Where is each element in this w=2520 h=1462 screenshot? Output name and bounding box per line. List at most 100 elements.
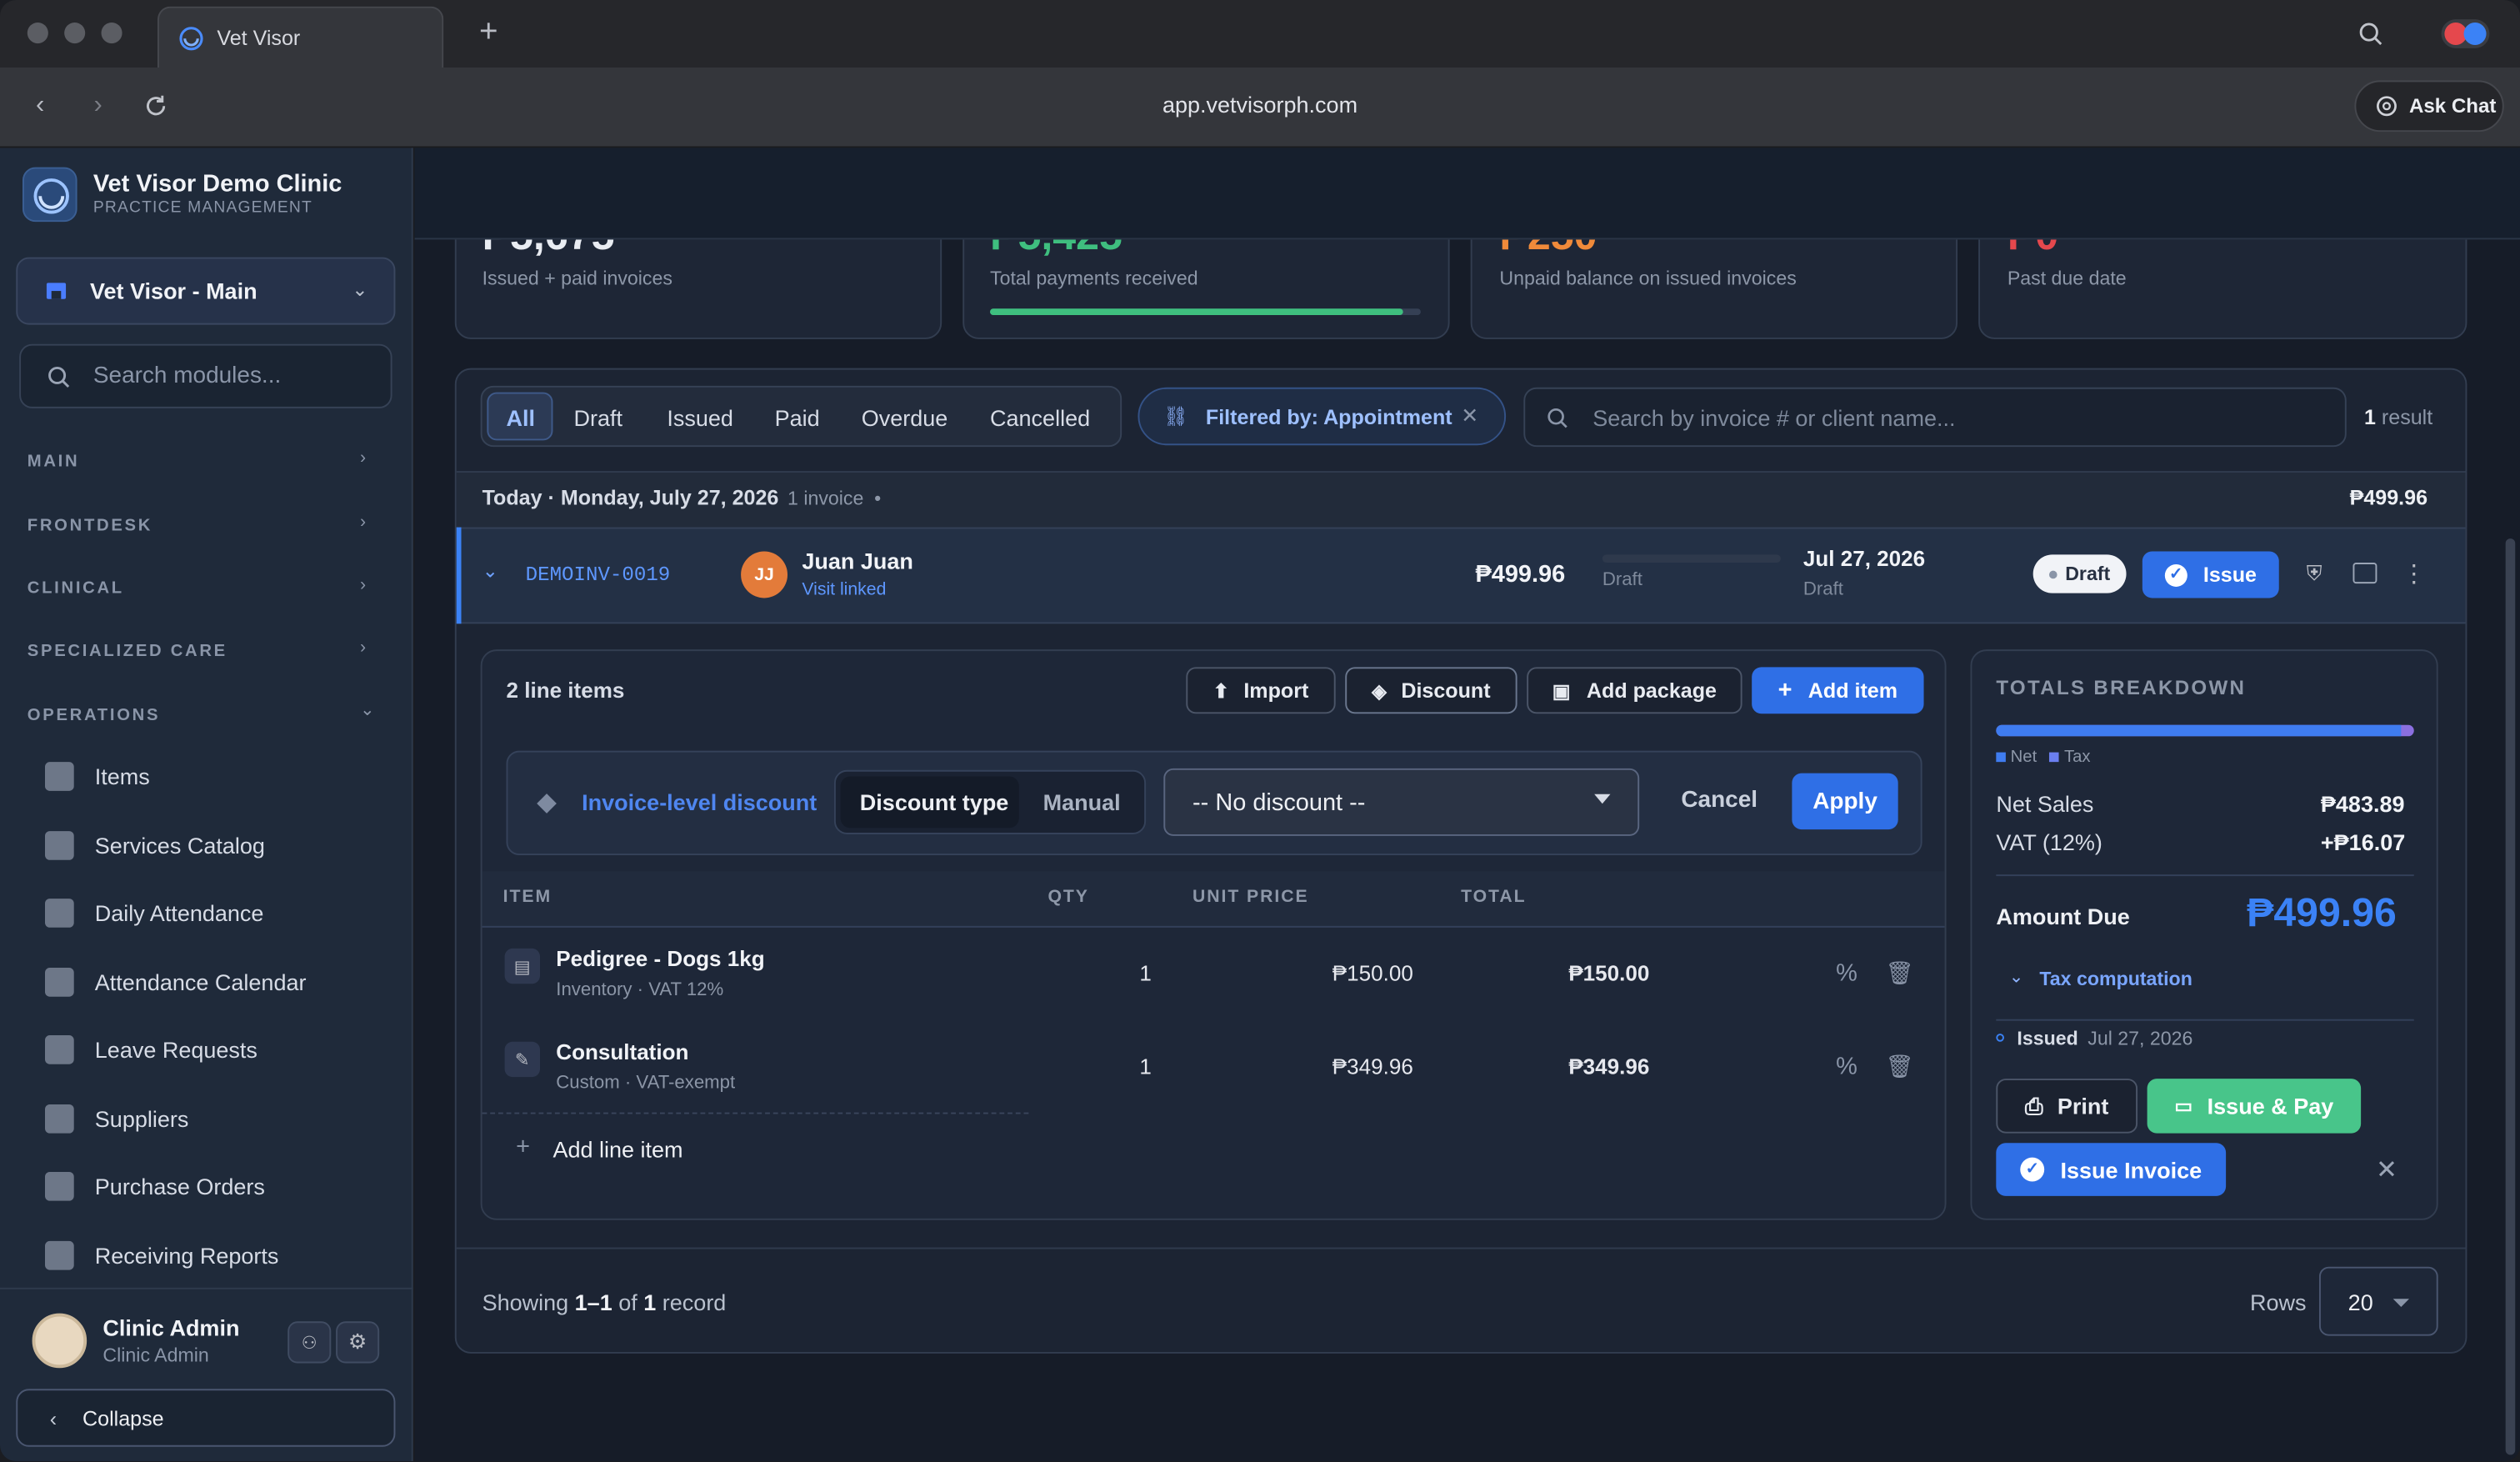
discount-type-tab[interactable]: Discount type bbox=[860, 789, 1009, 815]
close-icon[interactable]: ✕ bbox=[2372, 1156, 2402, 1185]
sidebar-item-receiving-reports[interactable]: Receiving Reports bbox=[45, 1236, 278, 1274]
percent-icon[interactable]: % bbox=[1832, 958, 1862, 987]
tab-paid[interactable]: Paid bbox=[775, 405, 820, 431]
module-search-input[interactable]: Search modules... bbox=[19, 343, 392, 408]
add-item-label: Add item bbox=[1808, 678, 1898, 703]
tab-draft[interactable]: Draft bbox=[574, 405, 623, 431]
visit-linked-link[interactable]: Visit linked bbox=[802, 580, 886, 599]
switch-user-icon[interactable]: ⚇ bbox=[288, 1321, 332, 1364]
issue-button[interactable]: ✓ Issue bbox=[2142, 551, 2279, 598]
print-button[interactable]: ⎙ Print bbox=[1996, 1079, 2138, 1134]
tax-computation-toggle[interactable]: Tax computation bbox=[2039, 968, 2192, 990]
tab-cancelled[interactable]: Cancelled bbox=[990, 405, 1090, 431]
more-vertical-icon[interactable]: ⋮ bbox=[2402, 559, 2426, 588]
issue-and-pay-button[interactable]: ▭ Issue & Pay bbox=[2147, 1079, 2362, 1134]
date-status: Draft bbox=[1802, 580, 1843, 600]
filter-chip[interactable]: ⛓ Filtered by: Appointment ✕ bbox=[1138, 387, 1507, 446]
add-package-button[interactable]: ▣ Add package bbox=[1527, 667, 1742, 714]
item-unit-price[interactable]: ₱150.00 bbox=[1332, 961, 1413, 985]
branch-selector[interactable]: Vet Visor - Main ⌄ bbox=[16, 257, 396, 325]
collapse-button[interactable]: ‹ Collapse bbox=[16, 1389, 396, 1447]
reload-icon[interactable] bbox=[143, 93, 169, 119]
discount-apply-button[interactable]: Apply bbox=[1792, 773, 1898, 830]
sidebar-item-suppliers[interactable]: Suppliers bbox=[45, 1099, 188, 1138]
search-tabs-icon[interactable] bbox=[2358, 21, 2383, 47]
gear-icon[interactable]: ⚙ bbox=[336, 1321, 380, 1364]
tab-overdue[interactable]: Overdue bbox=[862, 405, 948, 431]
section-specialized-care[interactable]: SPECIALIZED CARE bbox=[28, 642, 228, 661]
import-button[interactable]: ⬆ Import bbox=[1186, 667, 1336, 714]
tab-issued[interactable]: Issued bbox=[667, 405, 733, 431]
home-icon[interactable] bbox=[455, 180, 479, 204]
download-icon[interactable] bbox=[1908, 175, 1940, 208]
breadcrumb-invoices[interactable]: Invoices bbox=[670, 180, 750, 204]
section-clinical[interactable]: CLINICAL bbox=[28, 578, 124, 598]
chevron-left-icon: ‹ bbox=[49, 1405, 58, 1430]
discount-button[interactable]: ◈ Discount bbox=[1345, 667, 1518, 714]
search-icon bbox=[48, 365, 70, 388]
browser-tab[interactable]: Vet Visor bbox=[158, 6, 444, 68]
chevron-right-icon: › bbox=[360, 513, 367, 533]
back-icon[interactable]: ‹ bbox=[26, 92, 55, 121]
amount-due-label: Amount Due bbox=[1996, 903, 2130, 929]
shield-icon[interactable]: ⛨ bbox=[2302, 561, 2328, 587]
tab-all[interactable]: All bbox=[507, 405, 536, 431]
trash-icon[interactable]: 🗑 bbox=[1885, 1051, 1913, 1080]
invoice-search-input[interactable]: Search by invoice # or client name... bbox=[1523, 387, 2347, 448]
maximize-window-button[interactable] bbox=[101, 23, 122, 44]
extensions-icon[interactable] bbox=[2441, 19, 2490, 48]
sidebar-item-leave-requests[interactable]: Leave Requests bbox=[45, 1030, 258, 1069]
item-name: Consultation bbox=[556, 1039, 689, 1064]
new-tab-icon[interactable]: + bbox=[472, 13, 505, 48]
item-subtitle: Custom · VAT-exempt bbox=[556, 1074, 736, 1094]
forward-icon[interactable]: › bbox=[83, 92, 112, 121]
fullscreen-icon[interactable] bbox=[2122, 177, 2151, 206]
invoice-search-placeholder: Search by invoice # or client name... bbox=[1592, 404, 1956, 430]
sidebar-item-purchase-orders[interactable]: Purchase Orders bbox=[45, 1167, 265, 1205]
url-field[interactable]: app.vetvisorph.com bbox=[964, 92, 1556, 118]
stat-label: Past due date bbox=[2007, 267, 2127, 290]
client-name[interactable]: Juan Juan bbox=[802, 548, 913, 574]
issue-invoice-button[interactable]: ✓ Issue Invoice bbox=[1996, 1143, 2227, 1196]
plus-icon: + bbox=[516, 1133, 530, 1161]
chevron-down-icon[interactable]: ⌄ bbox=[482, 559, 498, 582]
timer-icon[interactable] bbox=[2213, 175, 2246, 208]
close-icon[interactable]: ✕ bbox=[1461, 403, 1478, 429]
moon-icon[interactable] bbox=[2051, 177, 2080, 206]
sidebar-item-items[interactable]: Items bbox=[45, 757, 150, 795]
custom-item-icon: ✎ bbox=[504, 1041, 541, 1078]
minimize-window-button[interactable] bbox=[64, 23, 86, 44]
item-qty[interactable]: 1 bbox=[1139, 961, 1151, 985]
client-avatar: JJ bbox=[741, 551, 788, 598]
rows-per-page-select[interactable]: 20 bbox=[2318, 1266, 2438, 1336]
chevron-right-icon: › bbox=[493, 178, 500, 202]
ask-chat-button[interactable]: Ask Chat bbox=[2354, 80, 2504, 133]
invoice-number[interactable]: DEMOINV-0019 bbox=[526, 564, 671, 587]
item-unit-price[interactable]: ₱349.96 bbox=[1332, 1054, 1413, 1079]
divider bbox=[482, 1112, 1029, 1114]
search-icon bbox=[1638, 183, 1659, 204]
trash-icon[interactable]: 🗑 bbox=[1885, 958, 1913, 987]
scrollbar[interactable] bbox=[2505, 538, 2516, 1455]
breadcrumb-operations[interactable]: Operations bbox=[522, 180, 628, 204]
discount-select[interactable]: -- No discount -- bbox=[1163, 768, 1640, 836]
section-main[interactable]: MAIN bbox=[28, 452, 80, 471]
section-frontdesk[interactable]: FRONTDESK bbox=[28, 516, 152, 535]
percent-icon[interactable]: % bbox=[1832, 1051, 1862, 1080]
add-line-item-button[interactable]: Add line item bbox=[552, 1137, 682, 1163]
sidebar-item-daily-attendance[interactable]: Daily Attendance bbox=[45, 894, 263, 932]
discount-cancel-button[interactable]: Cancel bbox=[1681, 788, 1758, 814]
avatar[interactable] bbox=[32, 1313, 88, 1369]
add-item-button[interactable]: + Add item bbox=[1752, 667, 1924, 714]
section-operations[interactable]: OPERATIONS bbox=[28, 706, 160, 725]
sidebar-item-services-catalog[interactable]: Services Catalog bbox=[45, 826, 265, 864]
net-bar-fill bbox=[1996, 724, 2401, 737]
close-window-button[interactable] bbox=[27, 23, 48, 44]
sidebar-item-attendance-calendar[interactable]: Attendance Calendar bbox=[45, 963, 306, 1001]
manual-tab[interactable]: Manual bbox=[1043, 789, 1121, 815]
expand-icon[interactable] bbox=[1978, 175, 2011, 208]
receipt-icon[interactable] bbox=[2352, 563, 2378, 584]
user-role: Clinic Admin bbox=[102, 1344, 209, 1367]
item-qty[interactable]: 1 bbox=[1139, 1054, 1151, 1079]
legend-net: Net bbox=[2010, 747, 2038, 767]
